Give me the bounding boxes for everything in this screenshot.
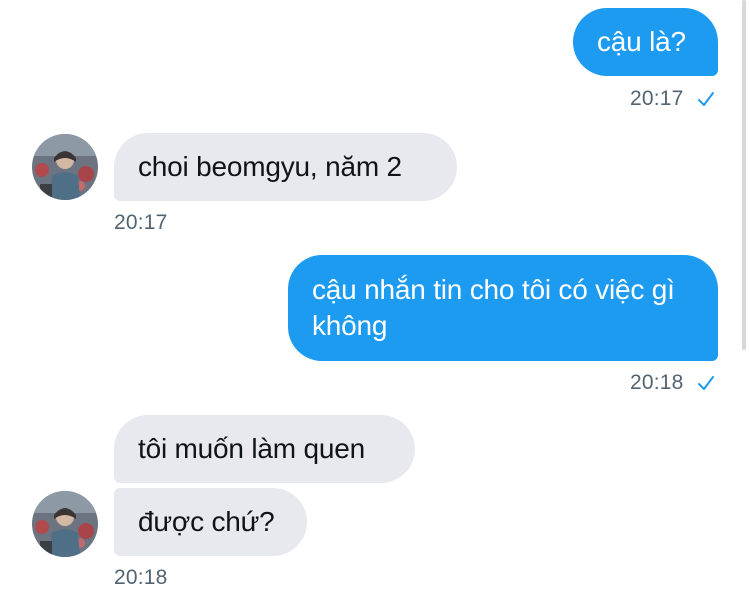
message-text: tôi muốn làm quen	[138, 433, 365, 464]
profile-photo	[32, 491, 98, 557]
checkmark-icon	[698, 376, 714, 390]
message-text: cậu là?	[597, 26, 686, 57]
incoming-message[interactable]: được chứ?	[114, 488, 307, 556]
scrollbar[interactable]	[742, 0, 746, 350]
message-timestamp: 20:17	[114, 211, 168, 234]
message-timestamp: 20:18	[630, 371, 684, 394]
message-text: được chứ?	[138, 506, 275, 537]
message-text: choi beomgyu, năm 2	[138, 151, 402, 182]
incoming-message[interactable]: tôi muốn làm quen	[114, 415, 415, 483]
avatar[interactable]	[32, 134, 98, 200]
outgoing-message[interactable]: cậu là?	[573, 8, 718, 76]
message-timestamp: 20:18	[114, 566, 168, 589]
outgoing-message[interactable]: cậu nhắn tin cho tôi có việc gì không	[288, 255, 718, 361]
message-timestamp: 20:17	[630, 87, 684, 110]
profile-photo	[32, 134, 98, 200]
message-text: cậu nhắn tin cho tôi có việc gì không	[312, 274, 675, 341]
incoming-message[interactable]: choi beomgyu, năm 2	[114, 133, 457, 201]
avatar[interactable]	[32, 491, 98, 557]
checkmark-icon	[698, 92, 714, 106]
